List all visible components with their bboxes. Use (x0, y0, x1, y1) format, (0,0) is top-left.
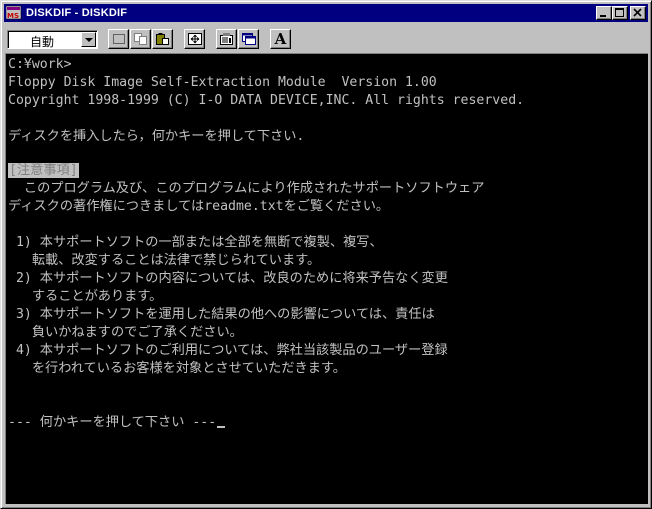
msdos-app-icon[interactable]: MS (6, 5, 22, 21)
console-line: ディスクを挿入したら，何かキーを押して下さい. (8, 129, 305, 144)
mark-button[interactable] (108, 29, 129, 49)
fullscreen-icon (187, 33, 202, 45)
window-title: DISKDIF - DISKDIF (26, 7, 128, 19)
font-size-select[interactable]: 自動 (7, 30, 98, 49)
copy-icon (133, 33, 147, 45)
console-line: することがあります。 (8, 289, 163, 304)
properties-icon (219, 33, 233, 45)
fullscreen-button[interactable] (184, 29, 205, 49)
properties-button[interactable] (216, 29, 237, 49)
svg-text:MS: MS (7, 12, 19, 20)
console-line: 転載、改変することは法律で禁じられています。 (8, 253, 321, 268)
maximize-button[interactable] (612, 6, 628, 20)
background-icon (241, 33, 256, 45)
font-button[interactable]: A (270, 29, 291, 49)
prompt-line: --- 何かキーを押して下さい --- (8, 414, 226, 432)
close-icon (633, 8, 642, 17)
paste-icon (155, 33, 169, 45)
close-button[interactable] (630, 6, 646, 20)
dos-window: MS DISKDIF - DISKDIF 自動 A C:¥work> Flopp… (0, 0, 652, 509)
chevron-down-icon[interactable] (81, 32, 96, 47)
console-line: を行われているお客様を対象とさせていただきます。 (8, 361, 346, 376)
toolbar: 自動 A (4, 26, 648, 52)
font-size-value: 自動 (30, 35, 55, 49)
console-line: 1) 本サポートソフトの一部または全部を無断で複製、複写、 (8, 235, 383, 250)
console-line: 3) 本サポートソフトを運用した結果の他への影響については、責任は (8, 307, 435, 322)
console-line: Copyright 1998-1999 (C) I-O DATA DEVICE,… (8, 93, 525, 108)
text-cursor (217, 426, 226, 428)
console-line: 負いかねますのでご了承ください。 (8, 325, 243, 340)
console-output[interactable]: C:¥work> Floppy Disk Image Self-Extracti… (5, 53, 648, 504)
notice-line: [注意事項] (8, 162, 79, 180)
font-icon: A (274, 30, 287, 48)
console-line: このプログラム及び、このプログラムにより作成されたサポートソフトウェア (8, 181, 485, 196)
title-bar[interactable]: MS DISKDIF - DISKDIF (4, 4, 648, 22)
press-any-key-prompt: --- 何かキーを押して下さい --- (8, 415, 217, 430)
minimize-button[interactable] (596, 6, 612, 20)
console-line: C:¥work> (8, 57, 72, 72)
console-line: ディスクの著作権につきましてはreadme.txtをご覧ください。 (8, 199, 390, 214)
console-line: 4) 本サポートソフトのご利用については、弊社当該製品のユーザー登録 (8, 343, 448, 358)
console-line: 2) 本サポートソフトの内容については、改良のために将来予告なく変更 (8, 271, 448, 286)
maximize-icon (615, 8, 624, 17)
paste-button[interactable] (152, 29, 173, 49)
minimize-icon (600, 15, 606, 17)
copy-button[interactable] (130, 29, 151, 49)
console-line: Floppy Disk Image Self-Extraction Module… (8, 75, 437, 90)
background-button[interactable] (238, 29, 259, 49)
notice-label: [注意事項] (8, 163, 79, 178)
mark-icon (112, 34, 125, 44)
